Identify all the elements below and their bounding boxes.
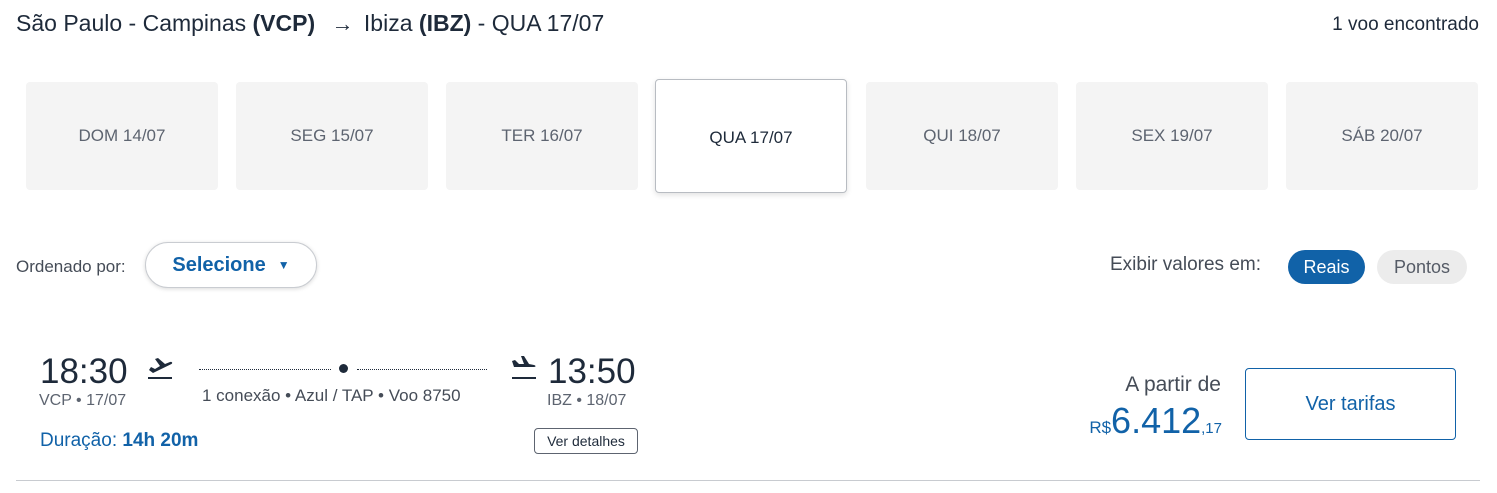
route-line-segment [357, 369, 487, 370]
departure-time: 18:30 [40, 352, 128, 391]
view-fares-button[interactable]: Ver tarifas [1245, 368, 1456, 440]
toggle-pontos-button[interactable]: Pontos [1377, 250, 1467, 284]
price-cents: ,17 [1201, 420, 1222, 437]
arrival-time: 13:50 [548, 352, 636, 391]
sort-dropdown-value: Selecione [172, 253, 266, 276]
date-tab-qui[interactable]: QUI 18/07 [866, 82, 1058, 190]
price: R$6.412,17 [1089, 400, 1222, 442]
currency-toggle-label: Exibir valores em: [1110, 254, 1261, 275]
flight-duration: Duração: 14h 20m [40, 430, 198, 452]
route-line-segment [199, 369, 331, 370]
price-integer: 6.412 [1111, 400, 1202, 441]
caret-down-icon: ▼ [277, 258, 290, 272]
origin-code: (VCP) [252, 10, 316, 36]
sort-label: Ordenado por: [16, 257, 126, 276]
search-date: - QUA 17/07 [477, 10, 605, 36]
date-tab-sex[interactable]: SEX 19/07 [1076, 82, 1268, 190]
arrow-right-icon: → [331, 11, 354, 36]
page-title: São Paulo - Campinas (VCP) → Ibiza (IBZ)… [16, 10, 604, 37]
date-tab-qua-selected[interactable]: QUA 17/07 [655, 79, 847, 193]
price-label: A partir de [1125, 373, 1221, 396]
route-info: 1 conexão • Azul / TAP • Voo 8750 [202, 386, 461, 405]
date-tab-seg[interactable]: SEG 15/07 [236, 82, 428, 190]
duration-label: Duração: [40, 430, 118, 451]
date-tab-dom[interactable]: DOM 14/07 [26, 82, 218, 190]
destination-code: (IBZ) [418, 10, 472, 36]
toggle-reais-button[interactable]: Reais [1288, 250, 1365, 284]
date-tab-ter[interactable]: TER 16/07 [446, 82, 638, 190]
departure-info: VCP • 17/07 [39, 392, 127, 409]
price-currency: R$ [1089, 418, 1112, 437]
takeoff-icon [148, 358, 173, 379]
duration-value: 14h 20m [122, 430, 199, 451]
divider [16, 480, 1480, 481]
arrival-info: IBZ • 18/07 [547, 392, 627, 409]
landing-icon [512, 356, 536, 379]
origin-city: São Paulo - Campinas [16, 10, 247, 36]
destination-city: Ibiza [363, 10, 413, 36]
connection-dot [339, 364, 348, 373]
results-count: 1 voo encontrado [1332, 14, 1479, 35]
date-tab-sab[interactable]: SÁB 20/07 [1286, 82, 1478, 190]
sort-dropdown[interactable]: Selecione ▼ [145, 242, 317, 288]
view-details-button[interactable]: Ver detalhes [534, 428, 638, 454]
